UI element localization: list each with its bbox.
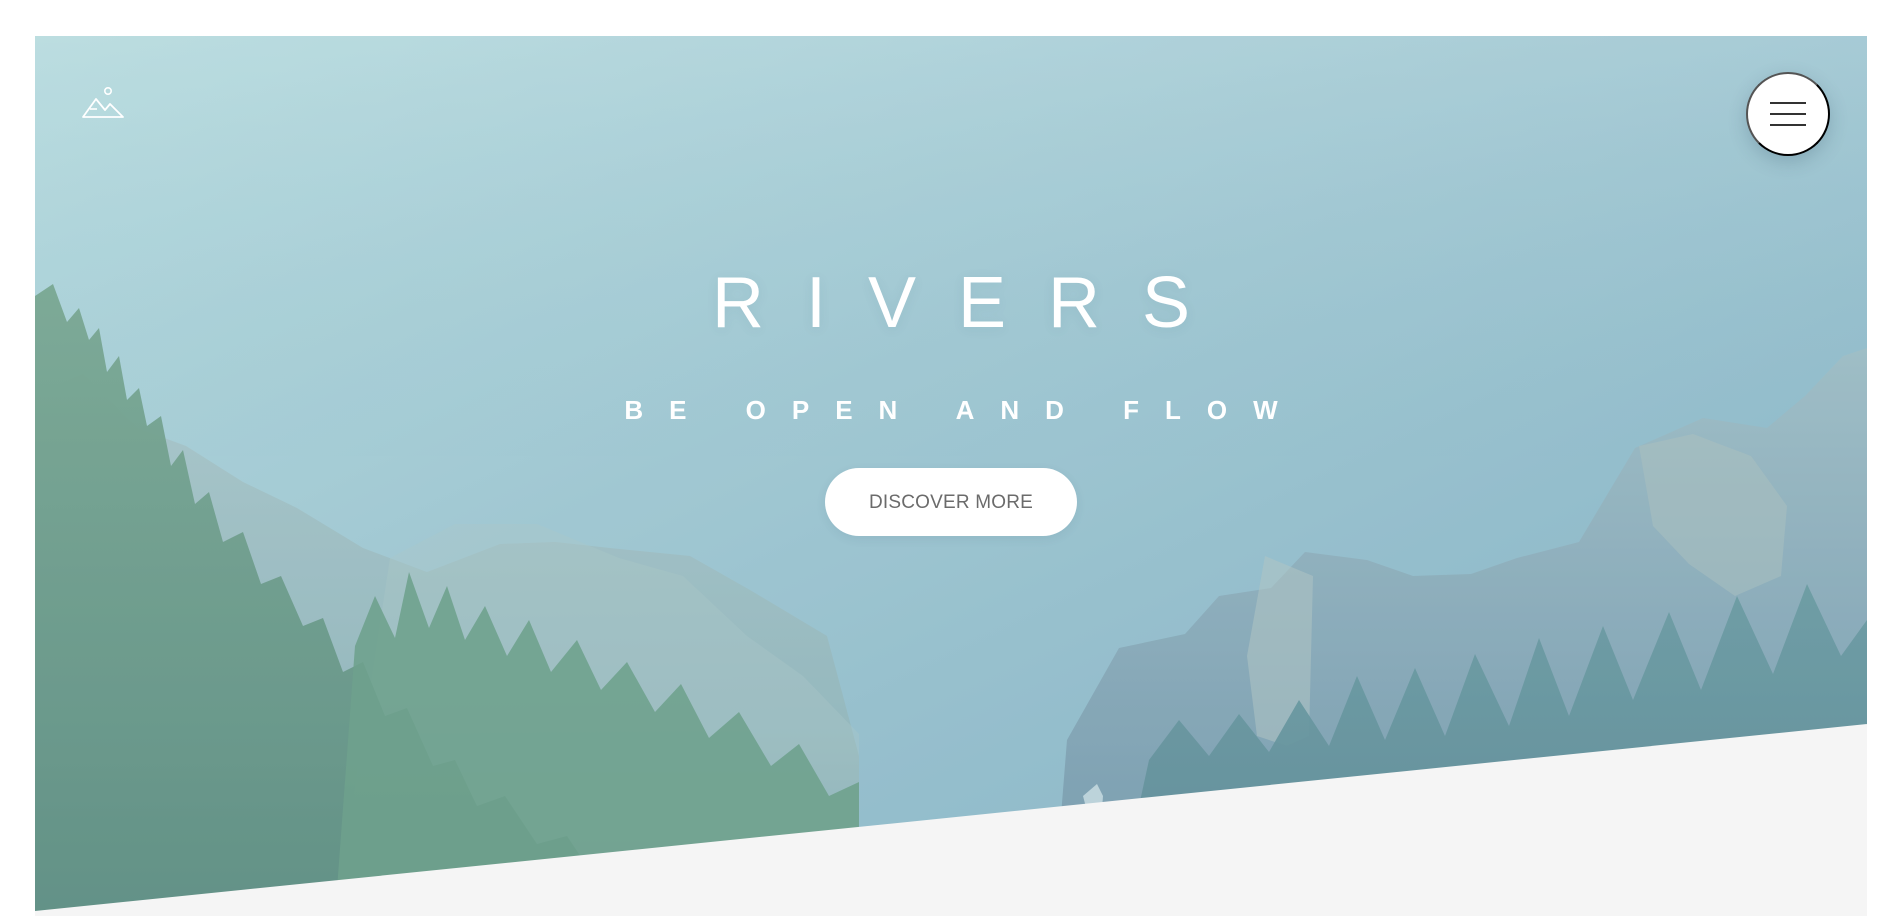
page: RIVERS BE OPEN AND FLOW DISCOVER MORE: [0, 0, 1899, 916]
hero-title: RIVERS: [711, 263, 1233, 343]
hero-section: RIVERS BE OPEN AND FLOW DISCOVER MORE: [35, 36, 1867, 916]
hero-content: RIVERS BE OPEN AND FLOW DISCOVER MORE: [35, 36, 1867, 916]
hero-subtitle: BE OPEN AND FLOW: [624, 395, 1304, 425]
discover-more-button[interactable]: DISCOVER MORE: [825, 468, 1077, 536]
